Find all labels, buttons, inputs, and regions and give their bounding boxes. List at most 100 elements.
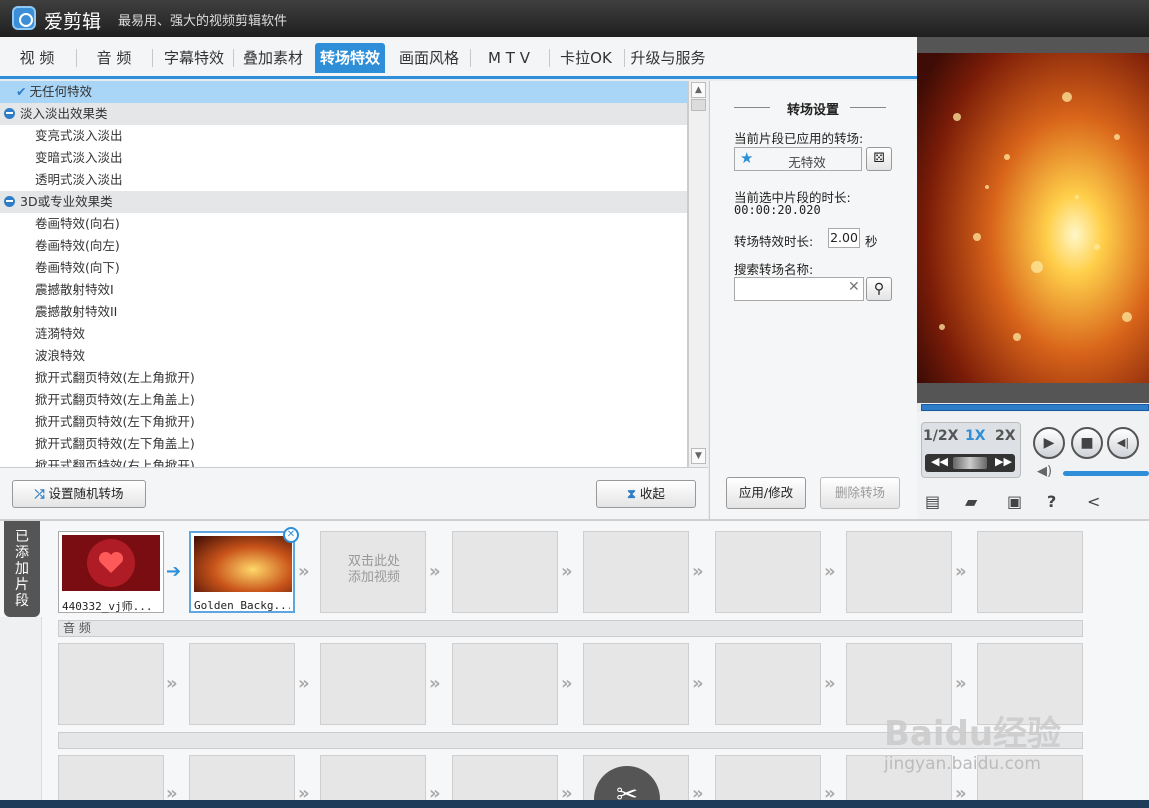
list-item[interactable]: 掀开式翻页特效(左下角盖上) — [0, 433, 687, 455]
speed-half[interactable]: 1/2X — [923, 428, 958, 444]
tab-upgrade[interactable]: 升级与服务 — [627, 43, 709, 73]
tab-audio[interactable]: 音 频 — [82, 43, 146, 73]
empty-slot[interactable] — [583, 643, 689, 725]
search-input[interactable] — [734, 277, 864, 301]
forward-icon[interactable]: ▶▶ — [995, 455, 1012, 468]
added-clips-tab[interactable]: 已添加片段 — [4, 521, 40, 617]
help-icon[interactable]: ? — [1047, 492, 1056, 511]
empty-slot[interactable] — [846, 531, 952, 613]
scroll-down-icon[interactable]: ▼ — [691, 448, 706, 464]
transition-arrow-icon[interactable]: » — [824, 673, 836, 694]
empty-slot[interactable] — [189, 643, 295, 725]
app-name: 爱剪辑 — [44, 11, 102, 33]
tab-video[interactable]: 视 频 — [6, 43, 68, 73]
transition-arrow-icon[interactable]: » — [166, 673, 178, 694]
collapse-icon[interactable] — [4, 196, 15, 207]
list-item[interactable]: 波浪特效 — [0, 345, 687, 367]
effect-duration-label: 转场特效时长: — [734, 234, 814, 249]
apply-button[interactable]: 应用/修改 — [726, 477, 806, 509]
dice-icon[interactable]: ⚄ — [866, 147, 892, 171]
play-icon[interactable]: ▶ — [1033, 427, 1065, 459]
list-item[interactable]: 震撼散射特效I — [0, 279, 687, 301]
video-preview[interactable] — [917, 37, 1149, 383]
speed-1x[interactable]: 1X — [965, 428, 986, 444]
tab-subtitle-effects[interactable]: 字幕特效 — [158, 43, 230, 73]
speed-2x[interactable]: 2X — [995, 428, 1016, 444]
transition-arrow-icon[interactable]: » — [561, 673, 573, 694]
share-icon[interactable]: < — [1087, 492, 1100, 511]
tab-divider — [624, 49, 625, 67]
add-video-slot[interactable]: 双击此处 添加视频 — [320, 531, 426, 613]
shuttle-knob[interactable] — [953, 457, 987, 469]
transition-arrow-icon[interactable]: » — [955, 561, 967, 582]
clear-icon[interactable]: ✕ — [848, 279, 860, 295]
category-3d[interactable]: 3D或专业效果类 — [0, 191, 687, 213]
delete-transition-button[interactable]: 删除转场 — [820, 477, 900, 509]
list-item[interactable]: 变亮式淡入淡出 — [0, 125, 687, 147]
tab-karaoke[interactable]: 卡拉OK — [553, 43, 619, 73]
empty-slot[interactable] — [452, 531, 558, 613]
empty-slot[interactable] — [977, 531, 1083, 613]
list-item[interactable]: 卷画特效(向下) — [0, 257, 687, 279]
list-item[interactable]: 变暗式淡入淡出 — [0, 147, 687, 169]
transition-arrow-icon[interactable]: » — [955, 673, 967, 694]
new-project-icon[interactable]: ▤ — [925, 492, 940, 511]
empty-slot[interactable] — [320, 643, 426, 725]
list-item[interactable]: 涟漪特效 — [0, 323, 687, 345]
list-toolbar: ⤮ 设置随机转场 ⧗ 收起 — [0, 467, 708, 519]
tab-picture-style[interactable]: 画面风格 — [393, 43, 465, 73]
volume-icon[interactable]: ◀) — [1037, 464, 1052, 479]
list-item[interactable]: 震撼散射特效II — [0, 301, 687, 323]
list-scrollbar[interactable]: ▲ ▼ — [688, 81, 708, 467]
volume-slider[interactable] — [1063, 471, 1149, 476]
empty-slot[interactable] — [583, 531, 689, 613]
transition-arrow-icon[interactable]: ➔ — [166, 561, 181, 582]
list-item[interactable]: 掀开式翻页特效(左上角掀开) — [0, 367, 687, 389]
transition-arrow-icon[interactable]: » — [561, 561, 573, 582]
jog-shuttle[interactable]: ◀◀ ▶▶ — [925, 454, 1015, 472]
list-item[interactable]: 透明式淡入淡出 — [0, 169, 687, 191]
clip-1-image — [62, 535, 160, 591]
transition-arrow-icon[interactable]: » — [429, 561, 441, 582]
title-bar: 爱剪辑 最易用、强大的视频剪辑软件 — [0, 0, 1149, 37]
random-transition-button[interactable]: ⤮ 设置随机转场 — [12, 480, 146, 508]
tab-transitions[interactable]: 转场特效 — [315, 43, 385, 73]
transition-arrow-icon[interactable]: » — [692, 561, 704, 582]
transition-arrow-icon[interactable]: » — [824, 561, 836, 582]
transition-arrow-icon[interactable]: » — [298, 673, 310, 694]
list-item-selected[interactable]: ✔ 无任何特效 — [0, 81, 687, 103]
tab-mtv[interactable]: M T V — [474, 43, 544, 73]
search-icon[interactable]: ⚲ — [866, 277, 892, 301]
list-item[interactable]: 卷画特效(向右) — [0, 213, 687, 235]
empty-slot[interactable] — [715, 531, 821, 613]
category-fade[interactable]: 淡入淡出效果类 — [0, 103, 687, 125]
save-icon[interactable]: ▣ — [1007, 492, 1022, 511]
rewind-icon[interactable]: ◀◀ — [931, 455, 948, 468]
tab-overlay[interactable]: 叠加素材 — [237, 43, 309, 73]
clip-thumbnail-selected[interactable]: Golden Backg... ✕ — [189, 527, 299, 613]
effect-duration-input[interactable]: 2.00 — [828, 228, 860, 248]
watermark-url: jingyan.baidu.com — [884, 754, 1041, 774]
transition-arrow-icon[interactable]: » — [692, 673, 704, 694]
remove-clip-icon[interactable]: ✕ — [283, 527, 299, 543]
scroll-thumb[interactable] — [691, 99, 706, 111]
collapse-icon[interactable] — [4, 108, 15, 119]
clip-thumbnail[interactable]: 440332_vj师... — [58, 531, 164, 613]
scroll-up-icon[interactable]: ▲ — [691, 82, 706, 98]
transition-arrow-icon[interactable]: » — [298, 561, 310, 582]
playback-progress[interactable] — [921, 404, 1149, 411]
stop-icon[interactable]: ■ — [1071, 427, 1103, 459]
prev-frame-icon[interactable]: ◀| — [1107, 427, 1139, 459]
app-slogan: 最易用、强大的视频剪辑软件 — [118, 14, 288, 29]
empty-slot[interactable] — [58, 643, 164, 725]
clip-duration-value: 00:00:20.020 — [734, 203, 821, 217]
empty-slot[interactable] — [715, 643, 821, 725]
open-folder-icon[interactable]: ▰ — [965, 492, 977, 511]
empty-slot[interactable] — [452, 643, 558, 725]
list-item[interactable]: 掀开式翻页特效(左下角掀开) — [0, 411, 687, 433]
list-item[interactable]: 卷画特效(向左) — [0, 235, 687, 257]
transition-arrow-icon[interactable]: » — [429, 673, 441, 694]
list-item[interactable]: 掀开式翻页特效(左上角盖上) — [0, 389, 687, 411]
collapse-button[interactable]: ⧗ 收起 — [596, 480, 696, 508]
list-item[interactable]: 掀开式翻页特效(右上角掀开) — [0, 455, 687, 467]
